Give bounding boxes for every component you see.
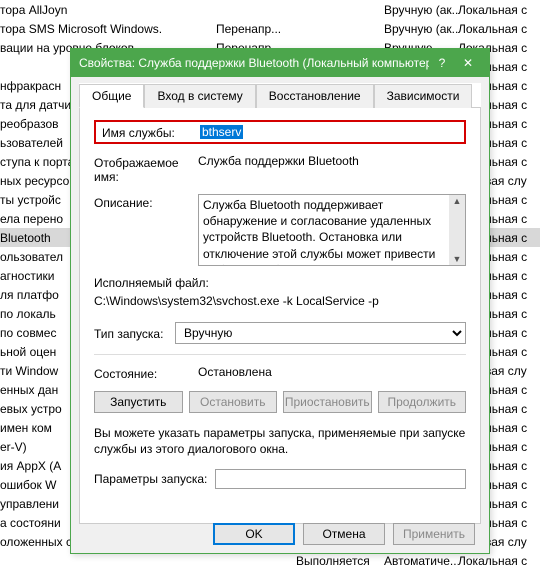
tab-0[interactable]: Общие — [79, 84, 144, 108]
resume-button: Продолжить — [378, 391, 467, 413]
display-name-value: Служба поддержки Bluetooth — [198, 154, 466, 168]
startup-type-label: Тип запуска: — [94, 325, 175, 341]
stop-button: Остановить — [189, 391, 278, 413]
tab-1[interactable]: Вход в систему — [144, 84, 255, 108]
description-scrollbar[interactable]: ▲▼ — [449, 195, 465, 265]
state-value: Остановлена — [198, 365, 466, 379]
titlebar[interactable]: Свойства: Служба поддержки Bluetooth (Ло… — [71, 49, 489, 77]
startup-type-select[interactable]: Вручную — [175, 322, 466, 344]
tab-3[interactable]: Зависимости — [374, 84, 473, 108]
ok-button[interactable]: OK — [213, 523, 295, 545]
display-name-label: Отображаемое имя: — [94, 154, 198, 184]
help-icon[interactable]: ? — [429, 56, 455, 70]
service-row[interactable]: тора AllJoynВручную (ак...Локальная с — [0, 0, 540, 19]
tab-general: Имя службы: bthserv Отображаемое имя: Сл… — [79, 108, 481, 524]
description-box: Служба Bluetooth поддерживает обнаружени… — [198, 194, 466, 266]
params-label: Параметры запуска: — [94, 472, 207, 486]
description-label: Описание: — [94, 194, 198, 210]
params-input[interactable] — [215, 469, 466, 489]
service-name-value[interactable]: bthserv — [200, 125, 458, 139]
separator — [94, 354, 466, 355]
service-name-label: Имя службы: — [102, 124, 200, 140]
properties-dialog: Свойства: Служба поддержки Bluetooth (Ло… — [70, 48, 490, 554]
state-label: Состояние: — [94, 365, 198, 381]
exe-value: C:\Windows\system32\svchost.exe -k Local… — [94, 294, 466, 308]
service-row[interactable]: тора SMS Microsoft Windows.Перенапр...Вр… — [0, 19, 540, 38]
pause-button: Приостановить — [283, 391, 372, 413]
tab-2[interactable]: Восстановление — [256, 84, 374, 108]
close-icon[interactable]: ✕ — [455, 56, 481, 70]
exe-label: Исполняемый файл: — [94, 276, 466, 290]
hint-text: Вы можете указать параметры запуска, при… — [94, 425, 466, 457]
cancel-button[interactable]: Отмена — [303, 523, 385, 545]
service-name-highlight: Имя службы: bthserv — [94, 120, 466, 144]
dialog-title: Свойства: Служба поддержки Bluetooth (Ло… — [79, 56, 429, 70]
dialog-buttons: OK Отмена Применить — [213, 523, 475, 545]
description-text: Служба Bluetooth поддерживает обнаружени… — [203, 197, 461, 266]
tab-strip: ОбщиеВход в системуВосстановлениеЗависим… — [79, 83, 481, 108]
start-button[interactable]: Запустить — [94, 391, 183, 413]
apply-button: Применить — [393, 523, 475, 545]
